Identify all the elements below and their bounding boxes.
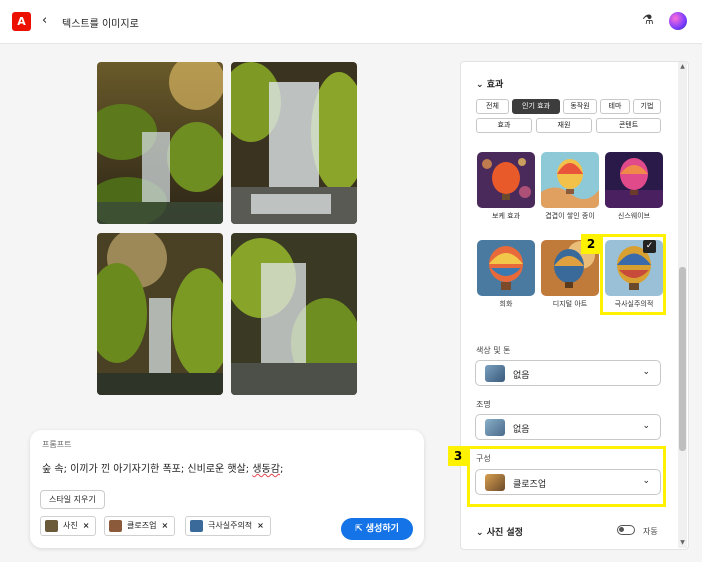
style-label: 보케 효과	[492, 212, 520, 220]
chip-thumb	[190, 520, 203, 532]
select-thumb	[485, 474, 505, 491]
composition-select[interactable]: 클로즈업 ⌄	[475, 469, 661, 495]
toggle-knob	[619, 527, 624, 532]
chip-photorealistic[interactable]: 극사실주의적 ×	[185, 516, 271, 536]
select-thumb	[485, 419, 505, 436]
composition-label: 구성	[476, 454, 491, 463]
chip-photo[interactable]: 사진 ×	[40, 516, 97, 536]
prompt-box: 프롬프트 숲 속; 이끼가 낀 아기자기한 폭포; 신비로운 햇살; 생동감; …	[30, 430, 424, 548]
highlight-box-2	[600, 234, 666, 315]
lighting-label: 조명	[476, 400, 491, 409]
remove-chip-icon[interactable]: ×	[83, 521, 90, 530]
tab-effect[interactable]: 효과	[476, 118, 532, 133]
scroll-up-icon[interactable]: ▲	[678, 63, 687, 70]
style-tile-bokeh[interactable]	[477, 152, 535, 208]
generated-image-1[interactable]	[97, 62, 223, 224]
tab-theme[interactable]: 테마	[600, 99, 630, 114]
photo-settings-section-title[interactable]: ⌄ 사진 설정	[476, 525, 523, 538]
panel-scrollbar[interactable]: ▲ ▼	[678, 62, 687, 548]
style-tile-synthwave[interactable]	[605, 152, 663, 208]
prompt-label: 프롬프트	[42, 440, 72, 449]
style-label: 디지털 아트	[552, 300, 588, 308]
scroll-down-icon[interactable]: ▼	[678, 539, 687, 546]
chip-thumb	[109, 520, 122, 532]
tab-all[interactable]: 전체	[476, 99, 509, 114]
color-tone-select[interactable]: 없음 ⌄	[475, 360, 661, 386]
lighting-select[interactable]: 없음 ⌄	[475, 414, 661, 440]
clear-style-button[interactable]: 스타일 지우기	[40, 490, 105, 509]
chevron-down-icon: ⌄	[642, 476, 650, 486]
generated-image-2[interactable]	[231, 62, 357, 224]
tab-popular[interactable]: 인기 효과	[512, 99, 560, 114]
top-bar: A ‹ 텍스트를 이미지로 ⚗	[0, 0, 702, 44]
tab-material[interactable]: 재원	[536, 118, 592, 133]
color-tone-label: 색상 및 톤	[476, 346, 511, 355]
chevron-down-icon: ⌄	[642, 421, 650, 431]
avatar[interactable]	[669, 12, 687, 30]
annotation-badge-3: 3	[448, 446, 468, 466]
misspelled-word: 생동감	[252, 464, 280, 475]
generated-image-3[interactable]	[97, 233, 223, 395]
style-label: 희화	[499, 300, 513, 308]
effects-section-title[interactable]: ⌄ 효과	[476, 77, 503, 90]
back-chevron-icon[interactable]: ‹	[42, 13, 47, 28]
style-label: 신스웨이브	[617, 212, 651, 220]
tab-motion[interactable]: 동작원	[563, 99, 597, 114]
chip-thumb	[45, 520, 58, 532]
chevron-down-icon: ⌄	[476, 528, 487, 538]
annotation-badge-2: 2	[581, 234, 601, 254]
remove-chip-icon[interactable]: ×	[257, 521, 264, 530]
generate-button[interactable]: ⇱ 생성하기	[341, 518, 413, 540]
prompt-input[interactable]: 숲 속; 이끼가 낀 아기자기한 폭포; 신비로운 햇살; 생동감;	[42, 460, 283, 475]
adobe-logo-icon[interactable]: A	[12, 12, 31, 31]
auto-toggle[interactable]	[617, 525, 635, 535]
style-tile-layered-paper[interactable]	[541, 152, 599, 208]
tab-content[interactable]: 콘텐트	[596, 118, 661, 133]
page-title: 텍스트를 이미지로	[62, 19, 139, 30]
export-icon: ⇱	[355, 524, 366, 534]
tab-technique[interactable]: 기법	[633, 99, 661, 114]
generated-image-4[interactable]	[231, 233, 357, 395]
style-tile-painting[interactable]	[477, 240, 535, 296]
remove-chip-icon[interactable]: ×	[161, 521, 168, 530]
scrollbar-thumb[interactable]	[679, 267, 686, 451]
chip-closeup[interactable]: 클로즈업 ×	[104, 516, 176, 536]
chevron-down-icon: ⌄	[476, 80, 487, 90]
auto-label: 자동	[643, 527, 658, 536]
select-thumb	[485, 365, 505, 382]
style-label: 겹겹이 쌓인 종이	[545, 212, 595, 220]
chevron-down-icon: ⌄	[642, 367, 650, 377]
flask-icon[interactable]: ⚗	[642, 13, 654, 28]
